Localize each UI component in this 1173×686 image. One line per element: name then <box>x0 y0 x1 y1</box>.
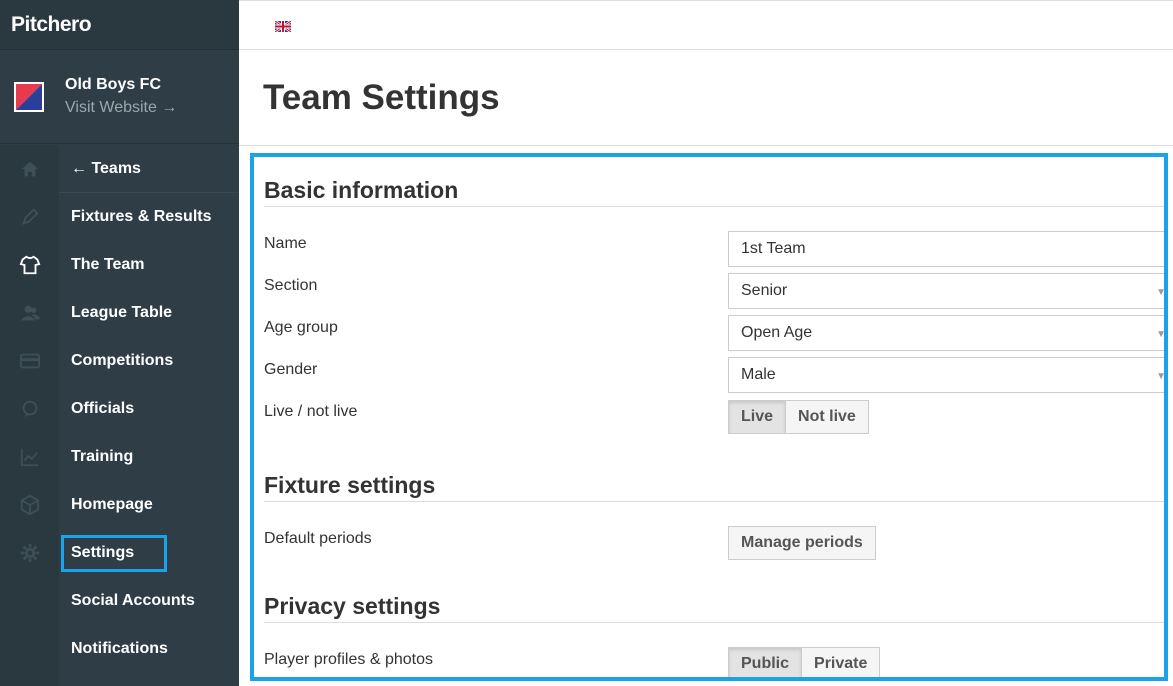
club-name: Old Boys FC <box>65 75 162 93</box>
live-label: Live / not live <box>264 403 358 420</box>
shirt-icon[interactable] <box>0 241 59 289</box>
icon-rail <box>0 145 59 686</box>
club-crest-icon <box>14 81 44 112</box>
visit-website-link[interactable]: Visit Website → <box>65 96 177 120</box>
active-highlight <box>61 535 167 572</box>
page-title: Team Settings <box>263 78 500 117</box>
nav-item-competitions[interactable]: Competitions <box>59 337 239 385</box>
nav-item-training[interactable]: Training <box>59 433 239 481</box>
gear-icon[interactable] <box>0 529 59 577</box>
chevron-down-icon: ▼ <box>1156 287 1166 298</box>
gender-select-value: Male <box>741 366 776 383</box>
divider <box>264 206 1164 207</box>
pencil-icon[interactable] <box>0 193 59 241</box>
name-label: Name <box>264 235 307 252</box>
privacy-toggle: Public Private <box>728 647 881 677</box>
default-periods-label: Default periods <box>264 530 372 547</box>
home-icon[interactable] <box>0 145 59 193</box>
top-bar <box>239 0 1173 50</box>
divider <box>264 501 1164 502</box>
nav-item-homepage[interactable]: Homepage <box>59 481 239 529</box>
gender-label: Gender <box>264 361 318 378</box>
live-toggle: Live Not live <box>728 400 869 434</box>
name-input-value: 1st Team <box>741 240 806 257</box>
brand-bar: Pitchero <box>0 0 239 50</box>
section-select[interactable]: Senior ▼ <box>728 273 1166 309</box>
chevron-down-icon: ▼ <box>1156 371 1166 382</box>
uk-flag-icon[interactable] <box>275 21 291 32</box>
player-profiles-label: Player profiles & photos <box>264 651 433 668</box>
card-icon[interactable] <box>0 337 59 385</box>
nav-item-settings[interactable]: Settings <box>59 529 239 577</box>
section-label: Section <box>264 277 318 294</box>
page-header: Team Settings <box>239 50 1173 146</box>
periods-group: Manage periods <box>728 526 876 560</box>
chat-icon[interactable] <box>0 385 59 433</box>
manage-periods-button[interactable]: Manage periods <box>728 526 876 560</box>
gender-select[interactable]: Male ▼ <box>728 357 1166 393</box>
privacy-settings-heading: Privacy settings <box>264 593 441 619</box>
name-input[interactable]: 1st Team <box>728 231 1164 267</box>
nav-item-league-table[interactable]: League Table <box>59 289 239 337</box>
nav-back-teams[interactable]: ← Teams <box>59 145 239 193</box>
club-header: Old Boys FC Visit Website → <box>0 50 239 144</box>
nav-item-notifications[interactable]: Notifications <box>59 625 239 673</box>
chart-icon[interactable] <box>0 433 59 481</box>
age-group-select-value: Open Age <box>741 324 813 341</box>
not-live-button[interactable]: Not live <box>786 400 869 434</box>
pitchero-logo[interactable]: Pitchero <box>11 13 92 37</box>
section-select-value: Senior <box>741 282 788 299</box>
private-button[interactable]: Private <box>802 647 881 677</box>
chevron-down-icon: ▼ <box>1156 329 1166 340</box>
nav-item-social-accounts[interactable]: Social Accounts <box>59 577 239 625</box>
people-icon[interactable] <box>0 289 59 337</box>
age-group-label: Age group <box>264 319 338 336</box>
fixture-settings-heading: Fixture settings <box>264 472 436 498</box>
nav-item-officials[interactable]: Officials <box>59 385 239 433</box>
nav-item-fixtures-results[interactable]: Fixtures & Results <box>59 193 239 241</box>
live-button[interactable]: Live <box>728 400 787 434</box>
public-button[interactable]: Public <box>728 647 803 677</box>
box-icon[interactable] <box>0 481 59 529</box>
nav-item-the-team[interactable]: The Team <box>59 241 239 289</box>
age-group-select[interactable]: Open Age ▼ <box>728 315 1166 351</box>
divider <box>264 622 1164 623</box>
basic-info-heading: Basic information <box>264 177 459 203</box>
settings-panel: Basic information Name 1st Team Section … <box>250 153 1168 681</box>
team-subnav: ← Teams Fixtures & Results The Team Leag… <box>59 145 239 686</box>
sidebar: Pitchero Old Boys FC Visit Website → ← T… <box>0 0 239 686</box>
